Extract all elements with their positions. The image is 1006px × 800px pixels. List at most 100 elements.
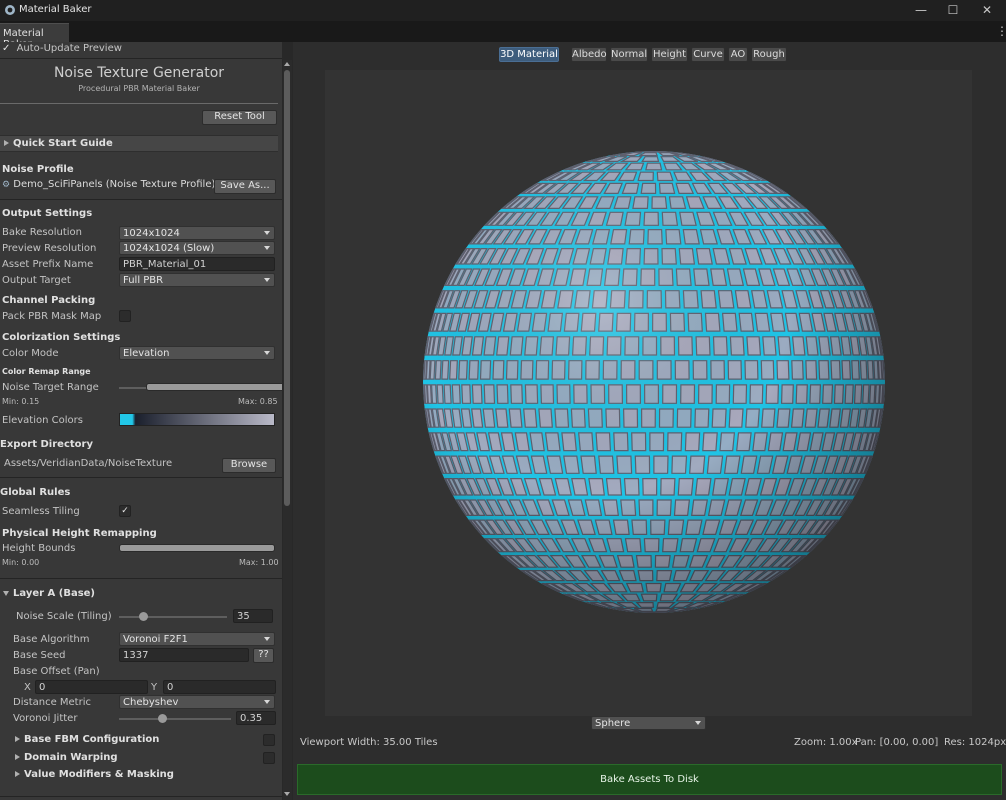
noise-scale-track[interactable]	[119, 616, 227, 618]
voronoi-jitter-input[interactable]: 0.35	[236, 711, 276, 725]
chevron-down-icon	[264, 278, 270, 282]
chevron-right-icon	[15, 754, 20, 760]
tab-bar: Material Baker ⋮	[0, 21, 1006, 50]
chevron-down-icon	[264, 246, 270, 250]
more-options-icon[interactable]: ⋮	[996, 25, 1006, 39]
output-target-label: Output Target	[2, 275, 71, 286]
zoom-text: Zoom: 1.00x	[794, 737, 858, 748]
height-bounds-range-handle[interactable]	[119, 544, 275, 552]
seamless-tiling-label: Seamless Tiling	[2, 506, 80, 517]
tab-curve[interactable]: Curve	[691, 47, 725, 62]
noise-min-label: Min: 0.15	[2, 397, 40, 406]
auto-update-label: Auto-Update Preview	[16, 43, 122, 54]
quick-start-foldout[interactable]: Quick Start Guide	[0, 135, 278, 152]
voronoi-jitter-track[interactable]	[119, 718, 231, 720]
color-remap-header: Color Remap Range	[2, 367, 91, 376]
minimize-icon[interactable]: —	[906, 0, 936, 21]
base-offset-label: Base Offset (Pan)	[13, 666, 100, 677]
output-settings-header: Output Settings	[2, 208, 93, 219]
pack-mask-label: Pack PBR Mask Map	[2, 311, 102, 322]
chevron-right-icon	[4, 140, 9, 146]
window-title: Material Baker	[19, 4, 92, 15]
divider	[0, 578, 282, 579]
base-seed-label: Base Seed	[13, 650, 66, 661]
noise-target-label: Noise Target Range	[2, 382, 99, 393]
scrollbar-thumb[interactable]	[284, 70, 290, 506]
output-target-dropdown[interactable]: Full PBR	[119, 273, 275, 287]
bake-assets-button[interactable]: Bake Assets To Disk	[297, 764, 1002, 795]
check-icon: ✓	[121, 506, 129, 516]
chevron-down-icon	[695, 721, 701, 725]
pan-text: Pan: [0.00, 0.00]	[855, 737, 939, 748]
scroll-down-icon[interactable]	[284, 792, 290, 796]
voronoi-jitter-slider-handle[interactable]	[158, 714, 168, 723]
noise-max-label: Max: 0.85	[238, 397, 278, 406]
tab-material-baker[interactable]: Material Baker	[0, 23, 69, 50]
domain-warping-foldout[interactable]: Domain Warping	[15, 752, 118, 763]
page-subtitle: Procedural PBR Material Baker	[78, 84, 200, 93]
profile-asset-icon: ⚙	[2, 180, 11, 190]
bake-resolution-dropdown[interactable]: 1024x1024	[119, 226, 275, 240]
reset-tool-button[interactable]: Reset Tool	[202, 110, 277, 125]
pack-mask-checkbox[interactable]	[119, 310, 131, 322]
base-algorithm-label: Base Algorithm	[13, 634, 90, 645]
base-fbm-foldout[interactable]: Base FBM Configuration	[15, 734, 159, 745]
auto-update-toggle[interactable]: ✓ Auto-Update Preview	[2, 43, 122, 54]
colorization-header: Colorization Settings	[2, 332, 121, 343]
chevron-down-icon	[264, 231, 270, 235]
chevron-right-icon	[15, 736, 20, 742]
preview-resolution-dropdown[interactable]: 1024x1024 (Slow)	[119, 241, 275, 255]
inspector-scrollbar[interactable]	[283, 60, 292, 800]
tab-albedo[interactable]: Albedo	[571, 47, 607, 62]
page-title: Noise Texture Generator	[53, 65, 225, 81]
channel-packing-header: Channel Packing	[2, 295, 96, 306]
inspector-panel: ✓ Auto-Update Preview Noise Texture Gene…	[0, 42, 282, 800]
browse-button[interactable]: Browse	[222, 458, 276, 473]
distance-metric-dropdown[interactable]: Chebyshev	[119, 695, 275, 709]
preview-shape-dropdown[interactable]: Sphere	[591, 716, 706, 730]
offset-x-input[interactable]: 0	[35, 680, 148, 694]
divider	[0, 199, 282, 200]
export-directory-header: Export Directory	[0, 439, 93, 450]
check-icon: ✓	[2, 43, 11, 54]
noise-target-range-handle[interactable]	[145, 383, 282, 391]
noise-profile-field[interactable]: ⚙ Demo_SciFiPanels (Noise Texture Profil…	[2, 179, 229, 190]
elevation-colors-label: Elevation Colors	[2, 415, 83, 426]
asset-prefix-input[interactable]: PBR_Material_01	[119, 257, 275, 271]
seamless-tiling-checkbox[interactable]: ✓	[119, 505, 131, 517]
material-preview-canvas[interactable]	[325, 70, 972, 716]
color-mode-dropdown[interactable]: Elevation	[119, 346, 275, 360]
base-seed-input[interactable]: 1337	[119, 648, 249, 662]
elevation-gradient-field[interactable]	[119, 413, 275, 426]
tab-normal[interactable]: Normal	[610, 47, 648, 62]
base-fbm-checkbox[interactable]	[263, 734, 275, 746]
divider	[0, 103, 278, 104]
base-algorithm-dropdown[interactable]: Voronoi F2F1	[119, 632, 275, 646]
domain-warping-label: Domain Warping	[24, 752, 118, 763]
tab-rough[interactable]: Rough	[751, 47, 787, 62]
domain-warping-checkbox[interactable]	[263, 752, 275, 764]
layer-a-foldout[interactable]: Layer A (Base)	[3, 588, 95, 599]
tab-3d-material[interactable]: 3D Material	[499, 47, 559, 62]
tab-height[interactable]: Height	[651, 47, 688, 62]
app-icon	[5, 5, 15, 15]
save-as-button[interactable]: Save As...	[214, 179, 276, 194]
viewport-panel: 3D Material Albedo Normal Height Curve AO Roug…	[293, 42, 1006, 800]
noise-scale-slider-handle[interactable]	[139, 612, 149, 621]
tab-ao[interactable]: AO	[728, 47, 748, 62]
height-bounds-label: Height Bounds	[2, 543, 76, 554]
offset-y-input[interactable]: 0	[163, 680, 276, 694]
close-icon[interactable]: ✕	[972, 0, 1002, 21]
scroll-up-icon[interactable]	[284, 62, 290, 66]
value-modifiers-foldout[interactable]: Value Modifiers & Masking	[15, 769, 174, 780]
offset-y-label: Y	[151, 682, 158, 693]
noise-scale-label: Noise Scale (Tiling)	[16, 611, 112, 622]
color-mode-label: Color Mode	[2, 348, 59, 359]
material-sphere-preview	[423, 151, 885, 613]
value-modifiers-label: Value Modifiers & Masking	[24, 769, 174, 780]
maximize-icon[interactable]: ☐	[938, 0, 968, 21]
layer-a-label: Layer A (Base)	[13, 588, 95, 599]
noise-profile-header: Noise Profile	[2, 164, 74, 175]
random-seed-button[interactable]: ??	[253, 648, 274, 663]
noise-scale-input[interactable]: 35	[233, 609, 273, 623]
